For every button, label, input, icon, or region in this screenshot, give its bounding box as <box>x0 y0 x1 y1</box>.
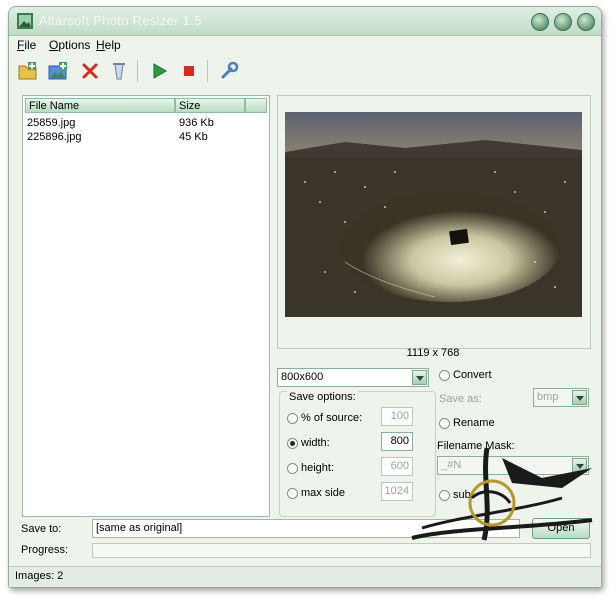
file-list[interactable]: File Name Size 25859.jpg 936 Kb 225896.j… <box>22 95 270 517</box>
preview-image <box>285 112 582 317</box>
toolbar-separator <box>137 60 138 82</box>
convert-radio[interactable] <box>439 370 450 381</box>
close-button[interactable] <box>577 13 595 31</box>
table-row[interactable]: 225896.jpg 45 Kb <box>27 130 263 144</box>
add-files-icon[interactable] <box>17 60 39 82</box>
percent-radio[interactable] <box>287 413 298 424</box>
menu-help[interactable]: Help <box>96 38 121 52</box>
add-folder-icon[interactable] <box>47 60 69 82</box>
menu-options[interactable]: Options <box>49 38 90 52</box>
percent-input[interactable]: 100 <box>381 407 413 426</box>
window-title: Altarsoft Photo Resizer 1.5 <box>39 13 202 28</box>
menu-help-mnemonic: H <box>96 38 105 52</box>
height-label: height: <box>301 462 335 474</box>
watermark-logo <box>411 447 593 541</box>
menu-help-label: elp <box>104 38 121 52</box>
menu-file[interactable]: File <box>17 38 36 52</box>
format-value: bmp <box>537 391 559 403</box>
stop-icon[interactable] <box>178 60 200 82</box>
menu-options-mnemonic: O <box>49 38 59 52</box>
toolbar <box>9 56 601 86</box>
width-radio[interactable] <box>287 438 298 449</box>
chevron-down-icon[interactable] <box>412 370 427 385</box>
app-icon <box>17 13 33 29</box>
column-header-filler <box>245 98 267 113</box>
file-name: 225896.jpg <box>27 131 82 143</box>
width-label: width: <box>301 437 330 449</box>
file-name: 25859.jpg <box>27 117 76 129</box>
menu-bar: File Options Help <box>9 35 601 55</box>
column-header-size[interactable]: Size <box>175 98 245 113</box>
size-preset-value: 800x600 <box>281 371 324 383</box>
percent-label: % of source: <box>301 412 363 424</box>
file-size: 936 Kb <box>179 117 214 129</box>
status-bar: Images: 2 <box>9 566 601 587</box>
height-radio[interactable] <box>287 463 298 474</box>
toolbar-separator <box>207 60 208 82</box>
convert-label: Convert <box>453 369 492 381</box>
menu-file-label: ile <box>24 38 37 52</box>
file-size: 45 Kb <box>179 131 208 143</box>
maximize-button[interactable] <box>554 13 572 31</box>
column-header-file-name[interactable]: File Name <box>25 98 175 113</box>
menu-options-label: ptions <box>58 38 91 52</box>
minimize-button[interactable] <box>531 13 549 31</box>
remove-icon[interactable] <box>79 60 101 82</box>
clear-icon[interactable] <box>108 60 130 82</box>
table-row[interactable]: 25859.jpg 936 Kb <box>27 116 263 130</box>
format-select[interactable]: bmp <box>533 388 589 407</box>
image-dimensions: 1119 x 768 <box>406 347 460 359</box>
save-to-value: [same as original] <box>96 522 183 534</box>
size-preset-select[interactable]: 800x600 <box>277 368 429 387</box>
save-options-label: Save options: <box>287 391 358 403</box>
title-bar[interactable]: Altarsoft Photo Resizer 1.5 <box>9 7 601 36</box>
save-to-label: Save to: <box>21 523 62 535</box>
start-icon[interactable] <box>148 60 170 82</box>
status-text: Images: 2 <box>15 570 64 582</box>
settings-icon[interactable] <box>218 60 240 82</box>
chevron-down-icon[interactable] <box>572 390 587 405</box>
max-side-label: max side <box>301 487 346 499</box>
progress-label: Progress: <box>21 544 69 556</box>
save-as-label: Save as: <box>439 393 482 405</box>
max-side-radio[interactable] <box>287 488 298 499</box>
